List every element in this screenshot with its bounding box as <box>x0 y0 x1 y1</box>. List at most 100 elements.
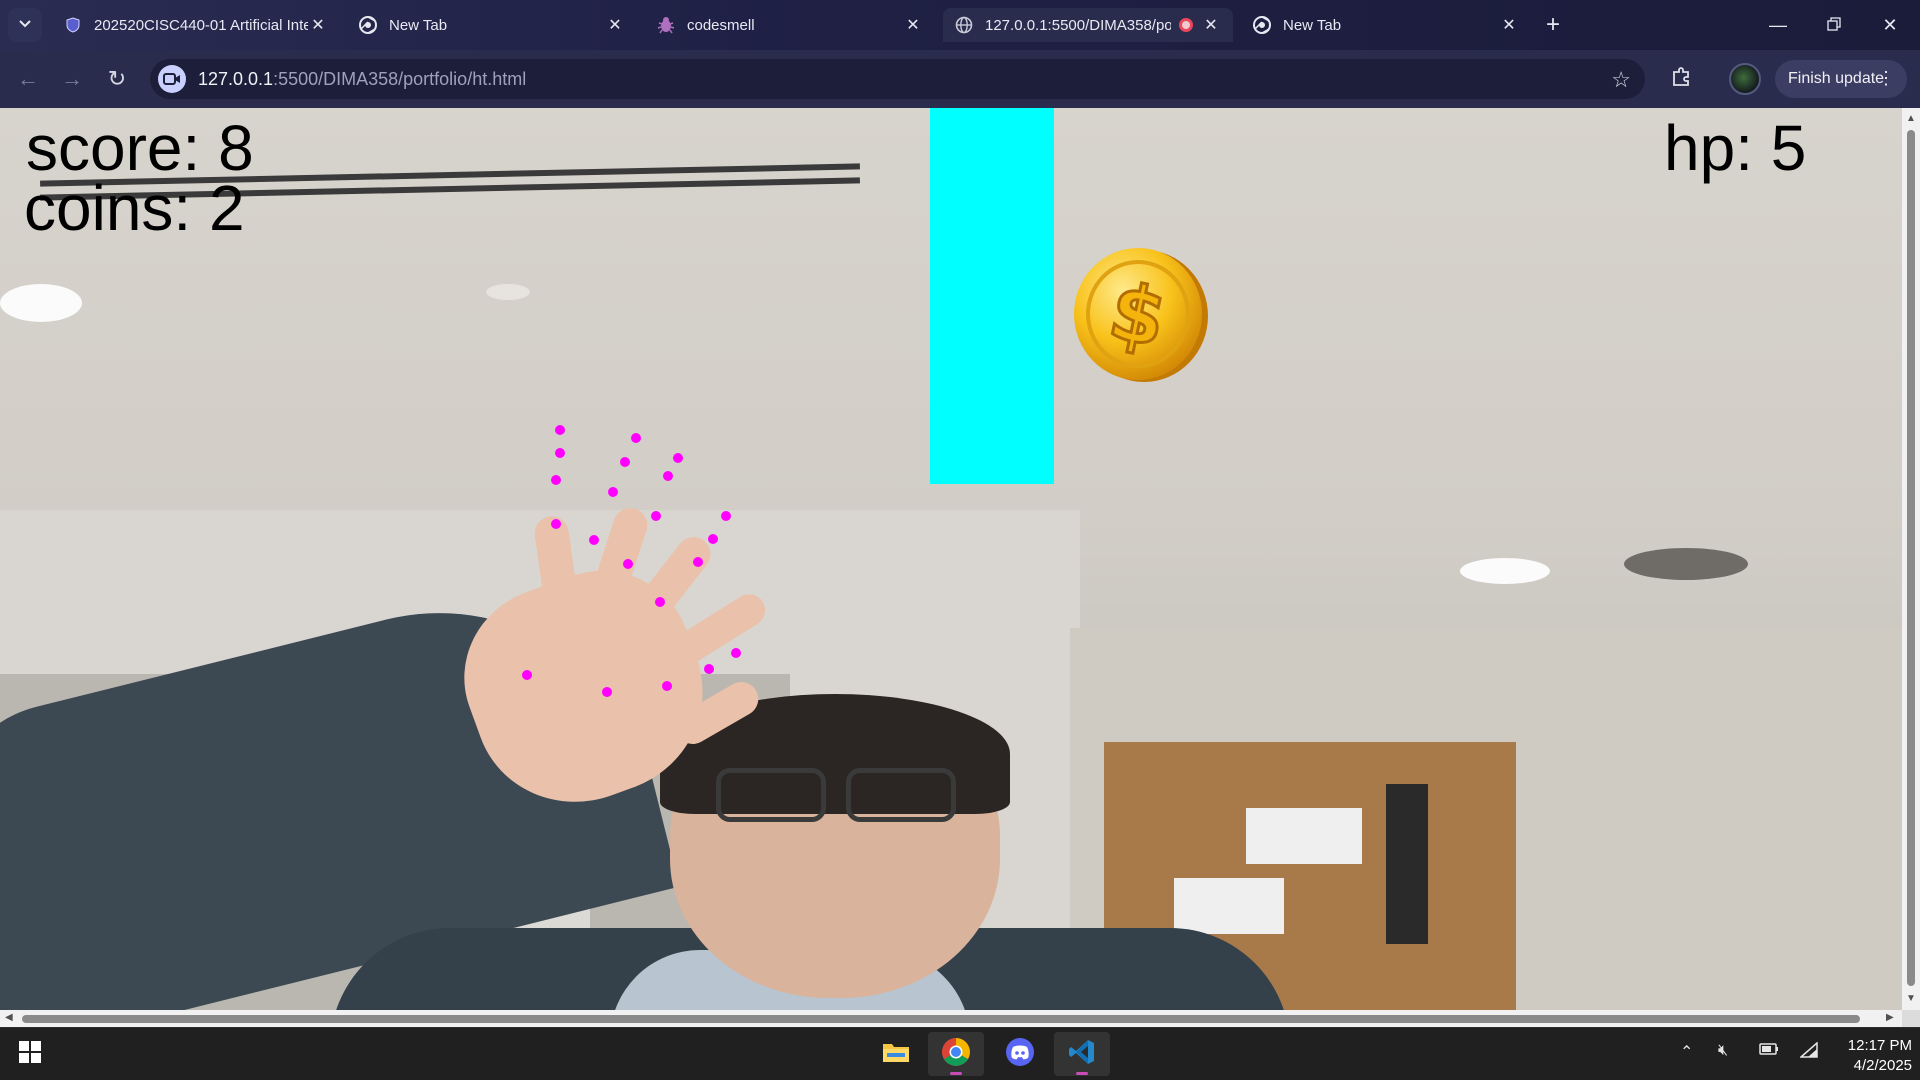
extensions-button[interactable] <box>1664 62 1698 96</box>
hand-landmark-point <box>623 559 633 569</box>
windows-taskbar: ⌃ 🔇︎ 12:17 PM 4/2/2025 <box>0 1027 1920 1080</box>
scroll-left-icon[interactable]: ◀ <box>5 1013 15 1023</box>
clock-date: 4/2/2025 <box>1853 1057 1912 1074</box>
hand-landmark-point <box>555 425 565 435</box>
battery-icon[interactable] <box>1759 1042 1779 1061</box>
tab-title: New Tab <box>389 16 448 34</box>
tab-codesmell[interactable]: codesmell ✕ <box>645 8 935 42</box>
course-shield-icon <box>64 16 82 34</box>
more-vert-icon: ⋮ <box>1877 68 1895 88</box>
close-icon[interactable]: ✕ <box>605 15 625 35</box>
browser-toolbar: ← → ↻ 127.0.0.1:5500/DIMA358/portfolio/h… <box>0 50 1920 108</box>
system-clock[interactable]: 12:17 PM 4/2/2025 <box>1830 1036 1912 1076</box>
chrome-icon <box>941 1037 971 1072</box>
url-text: 127.0.0.1:5500/DIMA358/portfolio/ht.html <box>198 69 526 90</box>
hand-landmark-point <box>655 597 665 607</box>
forward-button[interactable]: → <box>55 62 89 96</box>
tab-search-button[interactable] <box>8 8 42 42</box>
close-icon[interactable]: ✕ <box>1201 15 1221 35</box>
show-hidden-icons-chevron-up-icon[interactable]: ⌃ <box>1680 1042 1693 1062</box>
arrow-left-icon: ← <box>17 66 39 91</box>
start-button[interactable] <box>4 1032 56 1076</box>
hand-landmark-point <box>704 664 714 674</box>
tab-title: New Tab <box>1283 16 1342 34</box>
close-icon[interactable]: ✕ <box>903 15 923 35</box>
tab-game-page[interactable]: 127.0.0.1:5500/DIMA358/po ✕ <box>943 8 1233 42</box>
hand-landmarks <box>522 425 741 697</box>
arrow-right-icon: → <box>61 66 83 91</box>
hand-landmark-point <box>631 433 641 443</box>
taskbar-file-explorer[interactable] <box>868 1032 924 1076</box>
puzzle-icon <box>1670 66 1692 93</box>
vscode-icon <box>1068 1038 1096 1071</box>
file-explorer-icon <box>882 1040 910 1069</box>
new-tab-button[interactable]: + <box>1538 10 1568 40</box>
finish-update-button[interactable]: Finish update ⋮ <box>1775 60 1907 98</box>
hand-landmark-point <box>693 557 703 567</box>
tab-strip: 202520CISC440-01 Artificial Inte ✕ New T… <box>0 0 1920 50</box>
hand-landmark-point <box>731 648 741 658</box>
scroll-up-icon[interactable]: ▲ <box>1906 114 1916 124</box>
back-button[interactable]: ← <box>11 62 45 96</box>
reload-button[interactable]: ↻ <box>100 62 134 96</box>
horizontal-scrollbar[interactable]: ◀ ▶ <box>0 1010 1902 1027</box>
tab-title: codesmell <box>687 16 755 34</box>
minimize-button[interactable]: — <box>1750 0 1806 50</box>
restore-button[interactable] <box>1806 0 1862 50</box>
speaker-muted-icon[interactable]: 🔇︎ <box>1718 1042 1728 1060</box>
hand-landmark-point <box>673 453 683 463</box>
tab-course[interactable]: 202520CISC440-01 Artificial Inte ✕ <box>52 8 340 42</box>
recording-icon <box>1179 18 1193 32</box>
tab-title: 127.0.0.1:5500/DIMA358/po <box>985 16 1171 34</box>
close-icon: ✕ <box>1882 14 1898 35</box>
hand-landmark-point <box>551 519 561 529</box>
tab-new-tab-1[interactable]: New Tab ✕ <box>347 8 637 42</box>
windows-logo-icon <box>19 1040 41 1068</box>
address-bar[interactable]: 127.0.0.1:5500/DIMA358/portfolio/ht.html… <box>150 59 1645 99</box>
hand-landmark-point <box>608 487 618 497</box>
taskbar-discord[interactable] <box>992 1032 1048 1076</box>
scrollbar-corner <box>1902 1010 1920 1027</box>
tab-new-tab-2[interactable]: New Tab ✕ <box>1241 8 1531 42</box>
clock-time: 12:17 PM <box>1847 1037 1912 1054</box>
tab-title: 202520CISC440-01 Artificial Inte <box>94 16 308 34</box>
hp-label: hp: 5 <box>1664 112 1807 184</box>
profile-avatar[interactable] <box>1729 63 1761 95</box>
hand-landmark-point <box>602 687 612 697</box>
wifi-icon[interactable] <box>1799 1041 1818 1063</box>
scroll-thumb[interactable] <box>1907 130 1915 986</box>
scroll-down-icon[interactable]: ▼ <box>1906 994 1916 1004</box>
score-label: score: 8 <box>26 112 254 184</box>
hand-landmark-point <box>708 534 718 544</box>
page-viewport: $ score: 8 coins: 2 hp: 5 ▲ ▼ ◀ ▶ <box>0 108 1920 1027</box>
hand-landmark-point <box>620 457 630 467</box>
hand-landmark-point <box>555 448 565 458</box>
chrome-icon <box>1253 16 1271 34</box>
globe-icon <box>955 16 973 34</box>
close-icon[interactable]: ✕ <box>1499 15 1519 35</box>
bookmark-star-icon[interactable]: ☆ <box>1611 67 1631 93</box>
hand-landmark-point <box>522 670 532 680</box>
hand-landmark-point <box>662 681 672 691</box>
reload-icon: ↻ <box>107 66 127 91</box>
chevron-down-icon <box>18 16 32 35</box>
active-indicator <box>950 1072 962 1075</box>
hand-landmark-point <box>721 511 731 521</box>
scroll-right-icon[interactable]: ▶ <box>1886 1013 1896 1023</box>
url-host: 127.0.0.1 <box>198 68 274 89</box>
minimize-icon: — <box>1769 14 1787 35</box>
scroll-thumb[interactable] <box>22 1015 1860 1023</box>
vertical-scrollbar[interactable]: ▲ ▼ <box>1902 108 1920 1010</box>
taskbar-vscode[interactable] <box>1054 1032 1110 1076</box>
close-icon[interactable]: ✕ <box>308 15 328 35</box>
chrome-icon <box>359 16 377 34</box>
webcam-feed: $ score: 8 coins: 2 hp: 5 <box>0 108 1902 1010</box>
taskbar-chrome[interactable] <box>928 1032 984 1076</box>
hand-landmark-point <box>551 475 561 485</box>
site-info-icon[interactable] <box>158 65 186 93</box>
close-window-button[interactable]: ✕ <box>1862 0 1918 50</box>
hand-landmark-point <box>663 471 673 481</box>
plus-icon: + <box>1545 11 1560 38</box>
discord-icon <box>1005 1037 1035 1072</box>
hand-landmark-point <box>651 511 661 521</box>
